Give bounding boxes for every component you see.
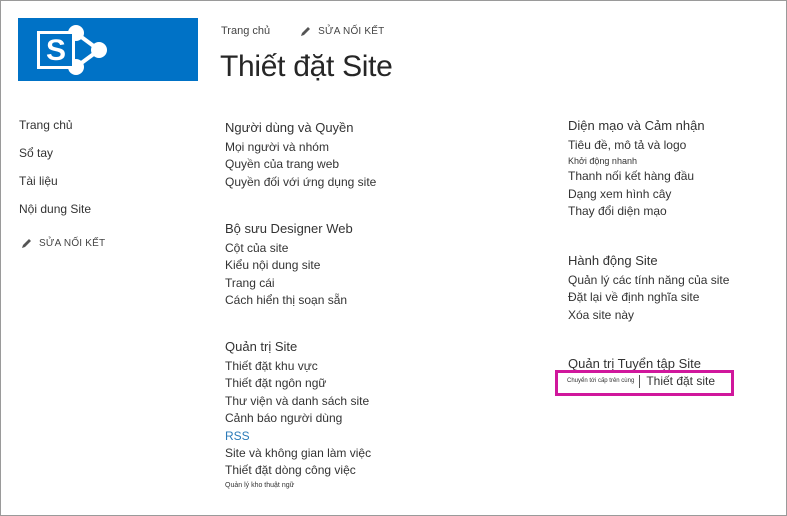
- link-user-alerts[interactable]: Cảnh báo người dùng: [225, 410, 371, 427]
- link-title-description-logo[interactable]: Tiêu đề, mô tả và logo: [568, 137, 705, 154]
- link-term-store-management[interactable]: Quản lý kho thuật ngữ: [225, 480, 371, 492]
- link-rss[interactable]: RSS: [225, 428, 371, 445]
- link-top-link-bar[interactable]: Thanh nối kết hàng đầu: [568, 168, 705, 185]
- top-edit-links-button[interactable]: SỬA NỐI KẾT: [300, 26, 384, 37]
- section-look-and-feel: Diện mạo và Cảm nhận Tiêu đề, mô tả và l…: [568, 118, 705, 221]
- page-title: Thiết đặt Site: [220, 50, 393, 83]
- link-sites-workspaces[interactable]: Site và không gian làm việc: [225, 445, 371, 462]
- leftnav-edit-links-button[interactable]: SỬA NỐI KẾT: [21, 238, 105, 249]
- section-title: Người dùng và Quyền: [225, 120, 354, 135]
- link-people-groups[interactable]: Mọi người và nhóm: [225, 139, 376, 156]
- top-nav: Trang chủ SỬA NỐI KẾT: [221, 25, 384, 37]
- link-master-pages[interactable]: Trang cái: [225, 275, 353, 292]
- link-site-columns[interactable]: Cột của site: [225, 240, 353, 257]
- section-title: Quản trị Tuyển tập Site: [568, 356, 701, 371]
- link-regional-settings[interactable]: Thiết đặt khu vực: [225, 358, 371, 375]
- site-collection-links: Chuyển tới cấp trên cùng Thiết đặt site: [567, 374, 715, 388]
- section-title: Hành động Site: [568, 253, 658, 268]
- link-site-libraries-lists[interactable]: Thư viện và danh sách site: [225, 393, 371, 410]
- link-quick-launch[interactable]: Khởi động nhanh: [568, 154, 705, 168]
- top-edit-links-label: SỬA NỐI KẾT: [318, 25, 385, 37]
- link-site-settings[interactable]: Thiết đặt site: [646, 374, 715, 388]
- link-separator: [639, 374, 641, 388]
- link-language-settings[interactable]: Thiết đặt ngôn ngữ: [225, 375, 371, 392]
- svg-text:S: S: [46, 34, 66, 67]
- pencil-icon: [300, 26, 311, 37]
- section-web-designer-galleries: Bộ sưu Designer Web Cột của site Kiểu nộ…: [225, 221, 353, 310]
- link-site-content-types[interactable]: Kiểu nội dung site: [225, 257, 353, 274]
- leftnav-edit-links-label: SỬA NỐI KẾT: [39, 238, 106, 249]
- section-users-permissions: Người dùng và Quyền Mọi người và nhóm Qu…: [225, 120, 376, 191]
- sharepoint-logo[interactable]: S: [18, 18, 198, 81]
- link-app-permissions[interactable]: Quyền đối với ứng dụng site: [225, 174, 376, 191]
- link-display-templates[interactable]: Cách hiển thị soạn sẵn: [225, 292, 353, 309]
- section-site-actions: Hành động Site Quản lý các tính năng của…: [568, 253, 729, 324]
- link-change-look[interactable]: Thay đổi diện mạo: [568, 203, 705, 220]
- link-go-to-top-level[interactable]: Chuyển tới cấp trên cùng: [567, 378, 634, 384]
- breadcrumb-home-link[interactable]: Trang chủ: [221, 25, 270, 37]
- leftnav-item-notebook[interactable]: Sổ tay: [19, 146, 91, 174]
- leftnav-item-home[interactable]: Trang chủ: [19, 118, 91, 146]
- leftnav-item-documents[interactable]: Tài liệu: [19, 174, 91, 202]
- link-tree-view[interactable]: Dạng xem hình cây: [568, 186, 705, 203]
- link-delete-site[interactable]: Xóa site này: [568, 307, 729, 324]
- leftnav-item-site-contents[interactable]: Nội dung Site: [19, 202, 91, 230]
- link-workflow-settings[interactable]: Thiết đặt dòng công việc: [225, 462, 371, 479]
- link-site-permissions[interactable]: Quyền của trang web: [225, 156, 376, 173]
- pencil-icon: [21, 238, 32, 249]
- link-reset-site-definition[interactable]: Đặt lại về định nghĩa site: [568, 289, 729, 306]
- quick-launch: Trang chủ Sổ tay Tài liệu Nội dung Site …: [19, 118, 105, 249]
- sharepoint-icon: S: [37, 25, 107, 75]
- section-title: Quản trị Site: [225, 339, 298, 354]
- section-title: Diện mạo và Cảm nhận: [568, 118, 705, 133]
- section-site-administration: Quản trị Site Thiết đặt khu vực Thiết đặ…: [225, 339, 371, 492]
- link-manage-site-features[interactable]: Quản lý các tính năng của site: [568, 272, 729, 289]
- section-title: Bộ sưu Designer Web: [225, 221, 353, 236]
